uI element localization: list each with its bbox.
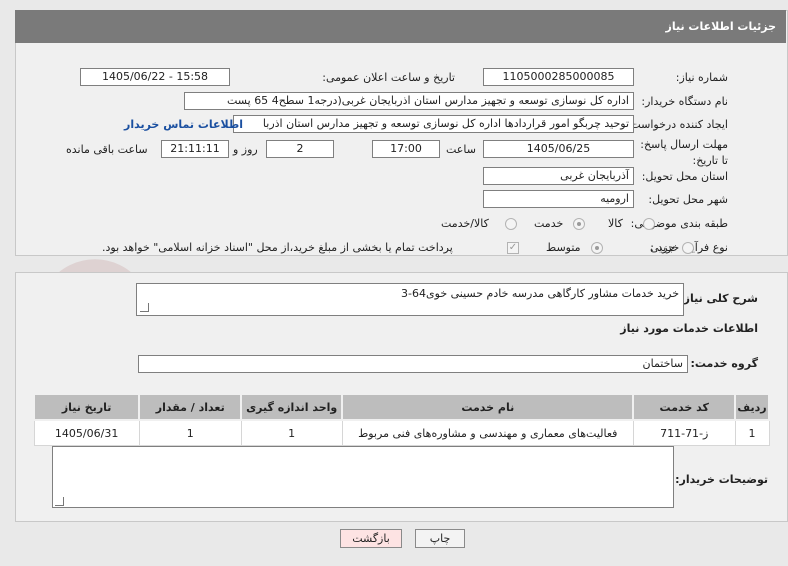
header-bar: جزئیات اطلاعات نیاز [15, 10, 786, 43]
payment-note: پرداخت تمام یا بخشی از مبلغ خرید،از محل … [102, 241, 453, 254]
back-button[interactable]: بازگشت [340, 529, 402, 548]
province-label: استان محل تحویل: [641, 170, 728, 183]
province-field[interactable]: آذربایجان غربی [483, 167, 634, 185]
notes-resize-handle-icon[interactable] [55, 497, 64, 506]
time-label: ساعت [446, 143, 476, 156]
city-label: شهر محل تحویل: [648, 193, 728, 206]
buyer-org-label: نام دستگاه خریدار: [641, 95, 728, 108]
services-heading: اطلاعات خدمات مورد نیاز [620, 322, 758, 335]
col-name-header: نام خدمت [341, 393, 635, 421]
cell-need-date: 1405/06/31 [33, 419, 140, 446]
days-field[interactable]: 2 [266, 140, 334, 158]
page-title: جزئیات اطلاعات نیاز [665, 20, 777, 33]
announce-label: تاریخ و ساعت اعلان عمومی: [322, 71, 455, 84]
resize-handle-icon[interactable] [140, 303, 149, 312]
purchase-option-medium: متوسط [546, 241, 581, 254]
print-button[interactable]: چاپ [415, 529, 465, 548]
city-field[interactable]: ارومیه [483, 190, 634, 208]
col-date-header: تاریخ نیاز [32, 393, 141, 421]
category-option-goods: کالا [608, 217, 623, 230]
col-row-header: ردیف [734, 393, 770, 421]
service-group-label: گروه خدمت: [690, 357, 758, 370]
notes-label: توضیحات خریدار: [675, 473, 768, 486]
purchase-radio-medium[interactable] [591, 242, 603, 254]
treasury-checkbox[interactable]: ✓ [507, 242, 519, 254]
notes-field[interactable] [52, 446, 674, 508]
deadline-time-field[interactable]: 17:00 [372, 140, 440, 158]
cell-quantity: 1 [138, 419, 242, 446]
category-radio-goods-service[interactable] [505, 218, 517, 230]
services-table: ردیف کد خدمت نام خدمت واحد اندازه گیری ت… [32, 393, 770, 446]
deadline-label: مهلت ارسال پاسخ: تا تاریخ: [640, 138, 728, 167]
service-group-field[interactable]: ساختمان [138, 355, 688, 373]
summary-text: خرید خدمات مشاور کارگاهی مدرسه خادم حسین… [401, 287, 679, 300]
remaining-time-field[interactable]: 21:11:11 [161, 140, 229, 158]
table-row[interactable]: 1 ز-71-711 فعالیت‌های معماری و مهندسی و … [33, 419, 770, 446]
category-radio-service[interactable] [573, 218, 585, 230]
need-number-field[interactable]: 1105000285000085 [483, 68, 634, 86]
cell-unit: 1 [240, 419, 343, 446]
creator-label: ایجاد کننده درخواست: [626, 118, 728, 131]
category-option-service: خدمت [534, 217, 564, 230]
cell-service-name: فعالیت‌های معماری و مهندسی و مشاوره‌های … [341, 419, 634, 446]
col-code-header: کد خدمت [632, 393, 737, 421]
cell-service-code: ز-71-711 [632, 419, 736, 446]
buyer-org-field[interactable]: اداره کل نوسازی توسعه و تجهیز مدارس استا… [184, 92, 634, 110]
need-number-label: شماره نیاز: [675, 71, 728, 84]
summary-field[interactable]: خرید خدمات مشاور کارگاهی مدرسه خادم حسین… [136, 283, 684, 316]
category-radio-goods[interactable] [643, 218, 655, 230]
remaining-label: ساعت باقی مانده [66, 143, 148, 156]
category-option-goods-service: کالا/خدمت [441, 217, 489, 230]
announce-datetime-field[interactable]: 1405/06/22 - 15:58 [80, 68, 230, 86]
summary-label: شرح کلی نیاز: [679, 292, 758, 305]
purchase-radio-minor[interactable] [682, 242, 694, 254]
creator-field[interactable]: توحید چربگو امور قراردادها اداره کل نوسا… [233, 115, 634, 133]
buyer-contact-link[interactable]: اطلاعات تماس خریدار [124, 118, 243, 131]
purchase-option-minor: جزیی [650, 241, 676, 254]
col-unit-header: واحد اندازه گیری [240, 393, 344, 421]
deadline-date-field[interactable]: 1405/06/25 [483, 140, 634, 158]
cell-row-number: 1 [734, 419, 770, 446]
col-qty-header: تعداد / مقدار [138, 393, 243, 421]
days-label: روز و [233, 143, 258, 156]
table-header-row: ردیف کد خدمت نام خدمت واحد اندازه گیری ت… [32, 393, 770, 421]
